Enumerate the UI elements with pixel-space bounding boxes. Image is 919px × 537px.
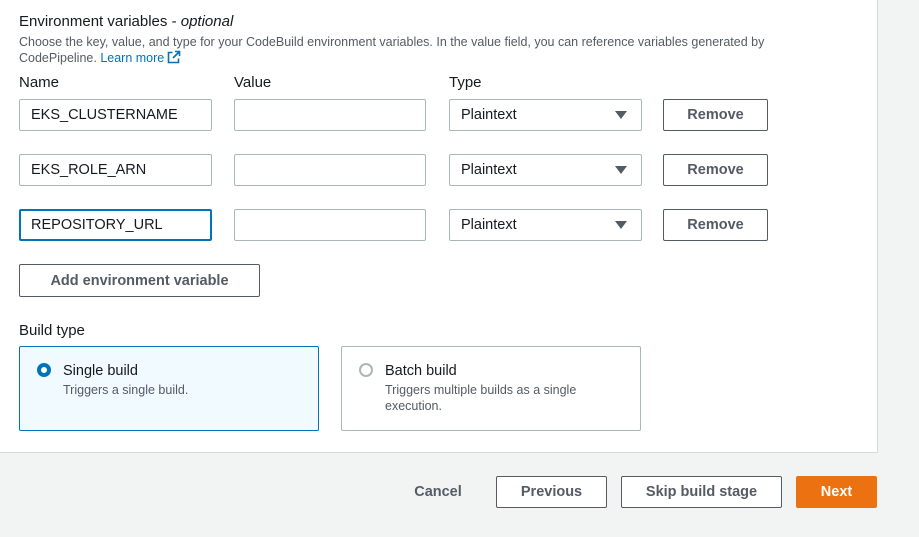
caret-down-icon [615, 166, 627, 174]
tile-title: Batch build [385, 363, 457, 379]
caret-down-icon [615, 221, 627, 229]
tile-description: Triggers multiple builds as a single exe… [385, 383, 577, 413]
next-button[interactable]: Next [796, 476, 877, 508]
env-var-name-input[interactable] [19, 154, 212, 186]
env-var-type-select[interactable]: Plaintext [449, 99, 642, 131]
skip-build-stage-button[interactable]: Skip build stage [621, 476, 782, 508]
build-settings-panel: Environment variables - optional Choose … [0, 0, 878, 453]
env-var-type-selected: Plaintext [461, 217, 517, 233]
remove-env-var-button[interactable]: Remove [663, 154, 768, 186]
build-type-tile-single[interactable]: Single build Triggers a single build. [19, 346, 319, 431]
column-header-type: Type [449, 74, 482, 91]
remove-env-var-button[interactable]: Remove [663, 99, 768, 131]
build-type-tile-batch[interactable]: Batch build Triggers multiple builds as … [341, 346, 641, 431]
previous-button[interactable]: Previous [496, 476, 607, 508]
learn-more-link[interactable]: Learn more [100, 50, 181, 65]
learn-more-text: Learn more [100, 51, 165, 65]
env-var-type-select[interactable]: Plaintext [449, 209, 642, 241]
env-var-value-input[interactable] [234, 209, 426, 241]
column-header-name: Name [19, 74, 60, 91]
remove-env-var-button[interactable]: Remove [663, 209, 768, 241]
add-environment-variable-button[interactable]: Add environment variable [19, 264, 260, 297]
caret-down-icon [615, 111, 627, 119]
env-var-type-selected: Plaintext [461, 107, 517, 123]
radio-selected-icon[interactable] [37, 363, 51, 377]
optional-label: optional [180, 13, 234, 30]
env-vars-description: Choose the key, value, and type for your… [19, 34, 839, 66]
env-var-value-input[interactable] [234, 99, 426, 131]
cancel-button[interactable]: Cancel [398, 476, 478, 508]
tile-description: Triggers a single build. [63, 383, 189, 397]
env-var-value-input[interactable] [234, 154, 426, 186]
column-header-value: Value [234, 74, 272, 91]
env-var-name-input[interactable] [19, 99, 212, 131]
build-type-label: Build type [19, 322, 85, 339]
env-var-type-select[interactable]: Plaintext [449, 154, 642, 186]
external-link-icon [167, 50, 181, 64]
env-vars-title-text: Environment variables - [19, 13, 181, 30]
radio-unselected-icon[interactable] [359, 363, 373, 377]
env-var-name-input[interactable] [19, 209, 212, 241]
env-vars-title: Environment variables - optional [19, 13, 233, 31]
tile-title: Single build [63, 363, 138, 379]
env-var-type-selected: Plaintext [461, 162, 517, 178]
